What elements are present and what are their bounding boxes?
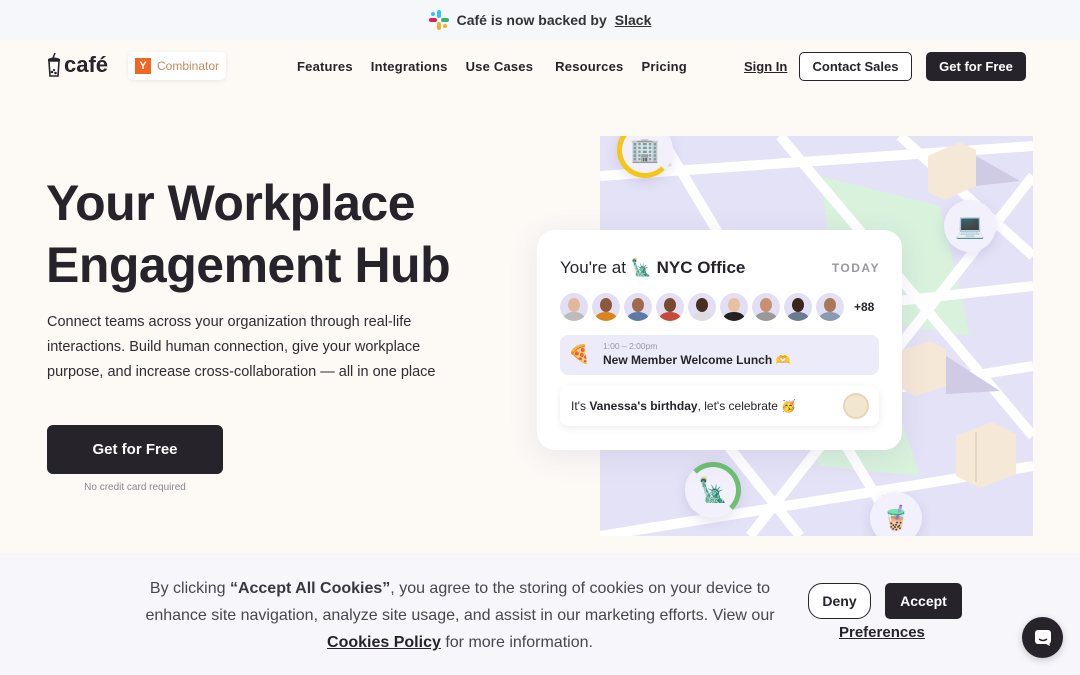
yc-label: Combinator [157, 59, 220, 73]
map-pin-boba[interactable]: 🧋 [870, 492, 922, 536]
get-for-free-nav-button[interactable]: Get for Free [926, 52, 1026, 81]
avatar[interactable] [816, 293, 844, 321]
avatar[interactable] [624, 293, 652, 321]
cookie-text-bold: “Accept All Cookies” [229, 580, 391, 597]
avatar[interactable] [592, 293, 620, 321]
nav-features[interactable]: Features [297, 59, 353, 74]
nav-links: Features Integrations Use Cases Resource… [297, 59, 687, 74]
birthday-text: It's Vanessa's birthday, let's celebrate… [571, 399, 796, 413]
event-time: 1:00 – 2:00pm [603, 341, 658, 351]
nav-resources[interactable]: Resources [555, 59, 623, 74]
birthday-name: Vanessa's birthday [589, 399, 698, 413]
pizza-icon: 🍕 [568, 344, 591, 364]
birthday-suffix: , let's celebrate 🥳 [697, 399, 797, 413]
preferences-link[interactable]: Preferences [839, 624, 925, 641]
avatar[interactable] [752, 293, 780, 321]
cookies-policy-link[interactable]: Cookies Policy [327, 634, 441, 651]
avatar[interactable] [784, 293, 812, 321]
cookie-banner: By clicking “Accept All Cookies”, you ag… [0, 553, 1080, 675]
announcement-bar: Café is now backed by Slack [0, 0, 1080, 40]
event-item[interactable]: 🍕 1:00 – 2:00pm New Member Welcome Lunch… [560, 335, 879, 375]
avatar[interactable] [560, 293, 588, 321]
extra-attendee-count[interactable]: +88 [854, 300, 874, 314]
location-title: You're at 🗽 NYC Office [560, 258, 745, 278]
nav-pricing[interactable]: Pricing [641, 59, 686, 74]
chat-widget-button[interactable] [1022, 617, 1063, 658]
hero-description: Connect teams across your organization t… [47, 314, 436, 380]
yc-logo-icon: Y [135, 58, 151, 74]
statue-of-liberty-icon: 🗽 [630, 258, 652, 277]
birthday-avatar [843, 393, 869, 419]
hero-title: Your Workplace Engagement Hub [46, 172, 451, 296]
location-name: NYC Office [656, 258, 746, 277]
logo-text: café [64, 52, 109, 77]
yc-badge: Y Combinator [128, 52, 227, 80]
boba-cup-icon [48, 53, 60, 77]
avatar[interactable] [688, 293, 716, 321]
cookie-text: By clicking “Accept All Cookies”, you ag… [120, 575, 800, 656]
nav-integrations[interactable]: Integrations [371, 59, 448, 74]
slack-icon [428, 10, 449, 30]
building [956, 422, 1016, 488]
birthday-item[interactable]: It's Vanessa's birthday, let's celebrate… [560, 386, 879, 426]
chat-icon [1034, 629, 1051, 646]
map-pin-laptop[interactable]: 💻 [944, 200, 996, 252]
map-pin-statue-of-liberty[interactable]: 🗽 [685, 462, 741, 518]
cafe-logo[interactable]: café [46, 52, 108, 78]
hero-title-line2: Engagement Hub [46, 237, 451, 293]
top-nav: café Y Combinator Features Integrations … [0, 40, 1080, 96]
avatar[interactable] [720, 293, 748, 321]
accept-button[interactable]: Accept [885, 583, 962, 619]
attendee-avatars: +88 [560, 293, 874, 321]
sign-in-link[interactable]: Sign In [744, 59, 787, 74]
announcement-text: Café is now backed by [456, 12, 607, 28]
slack-link[interactable]: Slack [615, 12, 652, 28]
get-for-free-button[interactable]: Get for Free [47, 425, 223, 474]
location-prefix: You're at [560, 258, 626, 277]
deny-button[interactable]: Deny [808, 583, 871, 619]
birthday-prefix: It's [571, 399, 586, 413]
no-credit-card-note: No credit card required [84, 482, 186, 493]
location-card: You're at 🗽 NYC Office TODAY +88 🍕 1:00 … [537, 230, 902, 450]
event-name: New Member Welcome Lunch 🫶 [603, 353, 791, 367]
cookie-text-end: for more information. [445, 634, 593, 651]
avatar[interactable] [656, 293, 684, 321]
building [900, 341, 1000, 396]
contact-sales-button[interactable]: Contact Sales [799, 52, 912, 81]
cookie-text-before: By clicking [149, 580, 226, 597]
today-label: TODAY [831, 261, 880, 275]
nav-use-cases[interactable]: Use Cases [466, 59, 534, 74]
hero-title-line1: Your Workplace [46, 175, 416, 231]
